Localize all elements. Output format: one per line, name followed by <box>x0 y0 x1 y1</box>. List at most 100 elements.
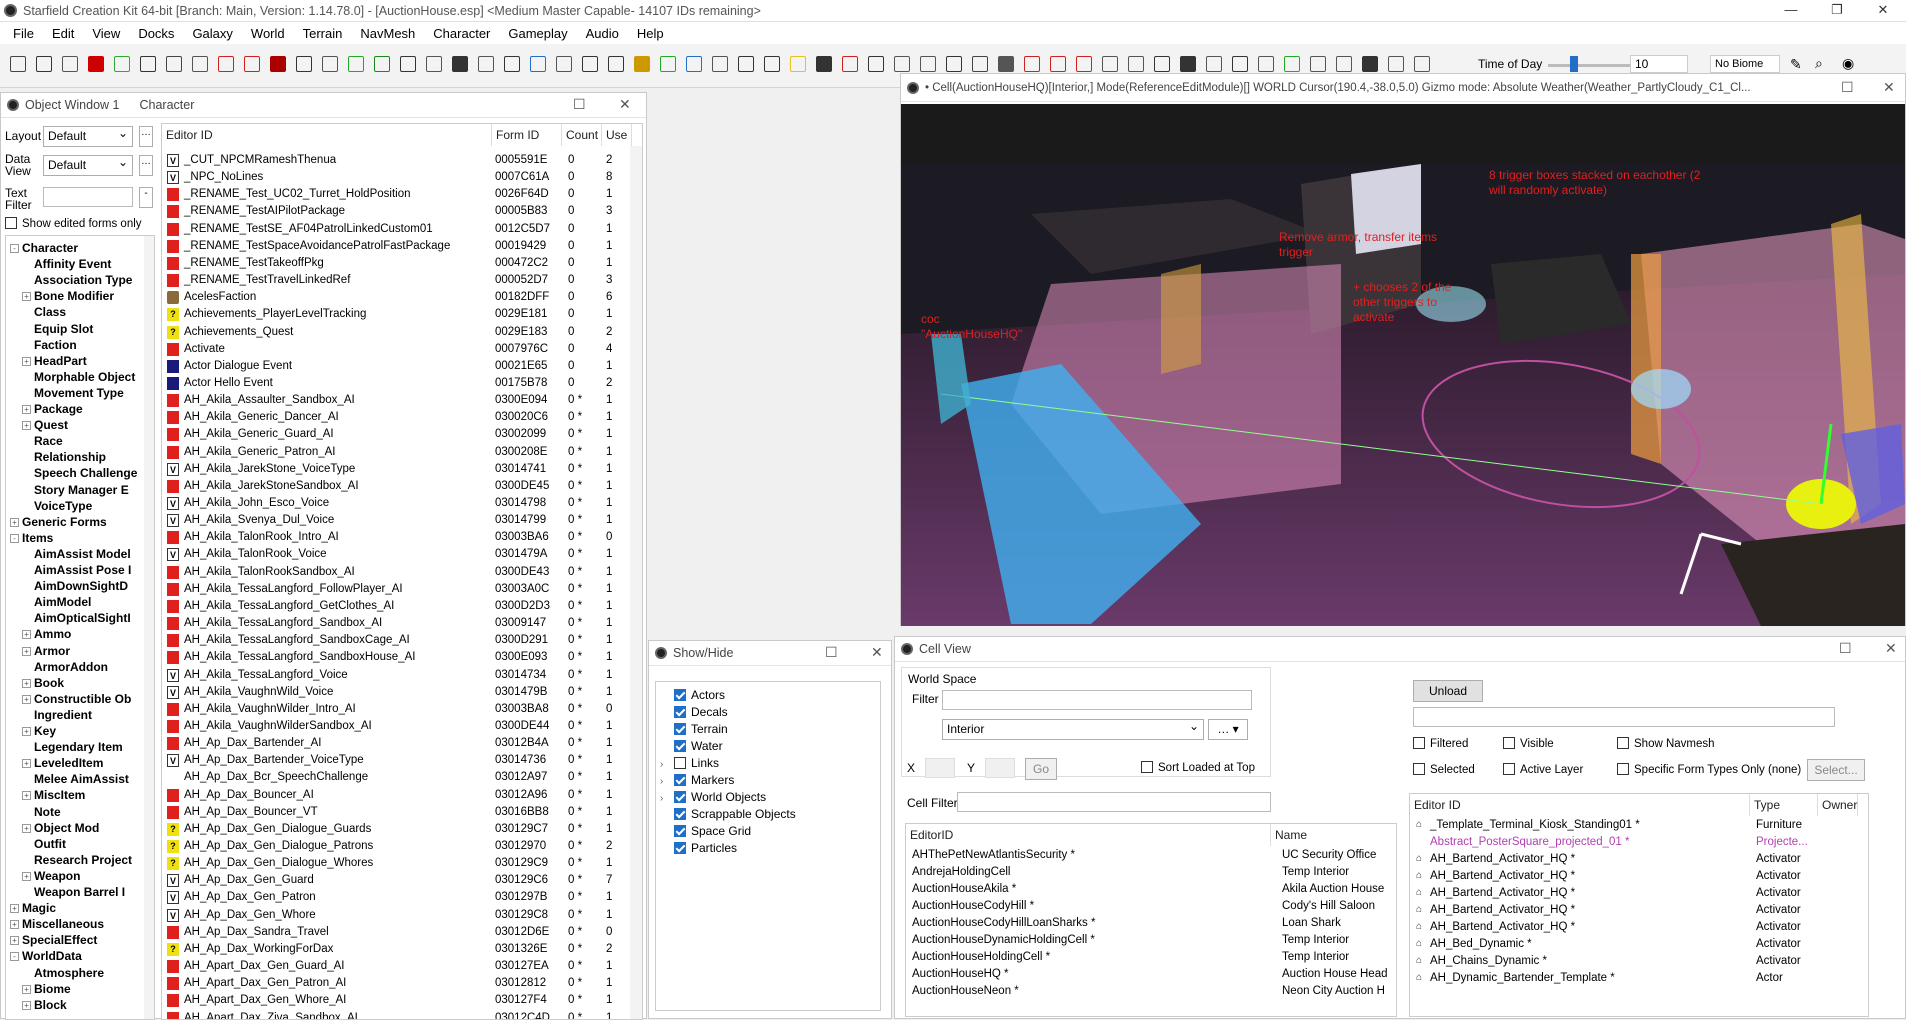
list-row[interactable]: _RENAME_TestTakeoffPkg000472C201 <box>164 255 624 272</box>
list-row[interactable]: ?Achievements_Quest0029E18302 <box>164 324 624 341</box>
toolbar-tool-47-icon[interactable] <box>1206 56 1222 72</box>
list-row[interactable]: VAH_Ap_Dax_Gen_Whore030129C80 *1 <box>164 907 624 924</box>
expand-icon[interactable]: + <box>22 759 31 768</box>
list-row[interactable]: AcelesFaction00182DFF06 <box>164 289 624 306</box>
toolbar-tool-46-icon[interactable] <box>1180 56 1196 72</box>
world-space-select[interactable]: Interior <box>942 719 1204 740</box>
tree-item[interactable]: Story Manager E <box>34 482 129 498</box>
tree-item[interactable]: +Miscellaneous <box>10 916 104 932</box>
list-row[interactable]: VAH_Akila_John_Esco_Voice030147980 *1 <box>164 495 624 512</box>
menu-docks[interactable]: Docks <box>129 26 183 41</box>
toolbar-tool-23-icon[interactable] <box>582 56 598 72</box>
tree-item[interactable]: +Quest <box>22 417 68 433</box>
tree-item[interactable]: +Block <box>22 997 67 1013</box>
reference-row[interactable]: ⌂AH_Bartend_Activator_HQ *Activator <box>1414 886 1854 900</box>
show-hide-item[interactable]: Actors <box>660 688 725 702</box>
toolbar-tool-33-icon[interactable] <box>842 56 858 72</box>
toolbar-tool-45-icon[interactable] <box>1154 56 1170 72</box>
menu-file[interactable]: File <box>4 26 43 41</box>
list-row[interactable]: AH_Ap_Dax_Bartender_AI03012B4A0 *1 <box>164 735 624 752</box>
sort-loaded-option[interactable]: Sort Loaded at Top <box>1141 761 1255 774</box>
expand-icon[interactable]: + <box>22 824 31 833</box>
col-ref-type[interactable]: Type <box>1750 794 1818 816</box>
tree-item[interactable]: +HeadPart <box>22 353 87 369</box>
toolbar-tool-10-icon[interactable] <box>244 56 260 72</box>
toolbar-tool-22-icon[interactable] <box>556 56 572 72</box>
show-hide-checkbox[interactable] <box>674 723 686 735</box>
show-hide-item[interactable]: Particles <box>660 841 737 855</box>
expand-icon[interactable]: + <box>10 920 19 929</box>
toolbar-tool-44-icon[interactable] <box>1128 56 1144 72</box>
toolbar-tool-4-icon[interactable] <box>88 56 104 72</box>
visible-checkbox[interactable] <box>1503 737 1515 749</box>
toolbar-tool-53-icon[interactable] <box>1362 56 1378 72</box>
tree-item[interactable]: Faction <box>34 337 77 353</box>
filtered-option[interactable]: Filtered <box>1413 737 1468 750</box>
reference-row[interactable]: ⌂AH_Bartend_Activator_HQ *Activator <box>1414 869 1854 883</box>
toolbar-tool-5-icon[interactable] <box>114 56 130 72</box>
close-icon[interactable]: ✕ <box>871 644 883 661</box>
expand-icon[interactable]: + <box>10 936 19 945</box>
cell-row[interactable]: AuctionHouseHQ *Auction House Head <box>912 967 1382 981</box>
show-hide-checkbox[interactable] <box>674 791 686 803</box>
sort-loaded-checkbox[interactable] <box>1141 761 1153 773</box>
toolbar-tool-18-icon[interactable] <box>452 56 468 72</box>
toolbar-tool-9-icon[interactable] <box>218 56 234 72</box>
toolbar-tool-7-icon[interactable] <box>166 56 182 72</box>
data-view-select[interactable]: Default <box>43 155 133 176</box>
minimize-icon[interactable]: — <box>1768 0 1814 20</box>
tree-item[interactable]: ArmorAddon <box>34 659 108 675</box>
list-row[interactable]: _RENAME_TestSpaceAvoidancePatrolFastPack… <box>164 238 624 255</box>
menu-audio[interactable]: Audio <box>577 26 628 41</box>
time-value-field[interactable]: 10 <box>1630 55 1688 73</box>
text-filter-clear-button[interactable]: - <box>139 187 153 208</box>
show-edited-option[interactable]: Show edited forms only <box>5 217 142 230</box>
toolbar-tool-51-icon[interactable] <box>1310 56 1326 72</box>
toolbar-tool-40-icon[interactable] <box>1024 56 1040 72</box>
collapse-icon[interactable]: - <box>10 952 19 961</box>
collapse-icon[interactable]: - <box>10 534 19 543</box>
world-space-more-button[interactable]: … ▾ <box>1208 719 1248 740</box>
tree-scrollbar[interactable] <box>144 236 154 1020</box>
list-row[interactable]: AH_Akila_TalonRook_Intro_AI03003BA60 *0 <box>164 529 624 546</box>
expand-icon[interactable]: + <box>22 695 31 704</box>
maximize-icon[interactable]: ☐ <box>1839 640 1852 657</box>
list-row[interactable]: AH_Ap_Dax_Bcr_SpeechChallenge03012A970 *… <box>164 769 624 786</box>
maximize-icon[interactable]: ☐ <box>573 96 586 113</box>
list-row[interactable]: AH_Ap_Dax_Sandra_Travel03012D6E0 *0 <box>164 924 624 941</box>
expand-icon[interactable]: + <box>22 647 31 656</box>
toolbar-tool-2-icon[interactable] <box>36 56 52 72</box>
tree-item[interactable]: Race <box>34 433 63 449</box>
tree-item[interactable]: Weapon Barrel I <box>34 884 125 900</box>
list-row[interactable]: V_NPC_NoLines0007C61A08 <box>164 169 624 186</box>
active-layer-checkbox[interactable] <box>1503 763 1515 775</box>
expand-arrow-icon[interactable]: › <box>660 793 674 804</box>
tree-item[interactable]: +SpecialEffect <box>10 932 97 948</box>
collapse-icon[interactable]: - <box>10 244 19 253</box>
list-row[interactable]: _RENAME_Test_UC02_Turret_HoldPosition002… <box>164 186 624 203</box>
toolbar-tool-8-icon[interactable] <box>192 56 208 72</box>
list-row[interactable]: VAH_Akila_TalonRook_Voice0301479A0 *1 <box>164 546 624 563</box>
tree-item[interactable]: +Package <box>22 401 83 417</box>
select-button[interactable]: Select... <box>1807 759 1865 781</box>
toolbar-tool-29-icon[interactable] <box>738 56 754 72</box>
y-coordinate-input[interactable] <box>985 758 1015 778</box>
toolbar-tool-3-icon[interactable] <box>62 56 78 72</box>
data-view-more-button[interactable]: … <box>139 155 153 176</box>
selected-option[interactable]: Selected <box>1413 763 1475 776</box>
toolbar-tool-42-icon[interactable] <box>1076 56 1092 72</box>
reference-row[interactable]: ⌂AH_Bartend_Activator_HQ *Activator <box>1414 920 1854 934</box>
maximize-icon[interactable]: ❐ <box>1814 0 1860 20</box>
list-row[interactable]: VAH_Akila_TessaLangford_Voice030147340 *… <box>164 667 624 684</box>
close-icon[interactable]: ✕ <box>1885 640 1897 657</box>
expand-icon[interactable]: + <box>22 292 31 301</box>
list-row[interactable]: _RENAME_TestAIPilotPackage00005B8303 <box>164 203 624 220</box>
toolbar-tool-11-icon[interactable] <box>270 56 286 72</box>
list-row[interactable]: AH_Apart_Dax_Gen_Whore_AI030127F40 *1 <box>164 992 624 1009</box>
show-hide-checkbox[interactable] <box>674 808 686 820</box>
tree-item[interactable]: Association Type <box>34 272 132 288</box>
col-form-id[interactable]: Form ID <box>492 124 562 146</box>
toolbar-tool-17-icon[interactable] <box>426 56 442 72</box>
toolbar-tool-1-icon[interactable] <box>10 56 26 72</box>
tree-item[interactable]: +Generic Forms <box>10 514 107 530</box>
